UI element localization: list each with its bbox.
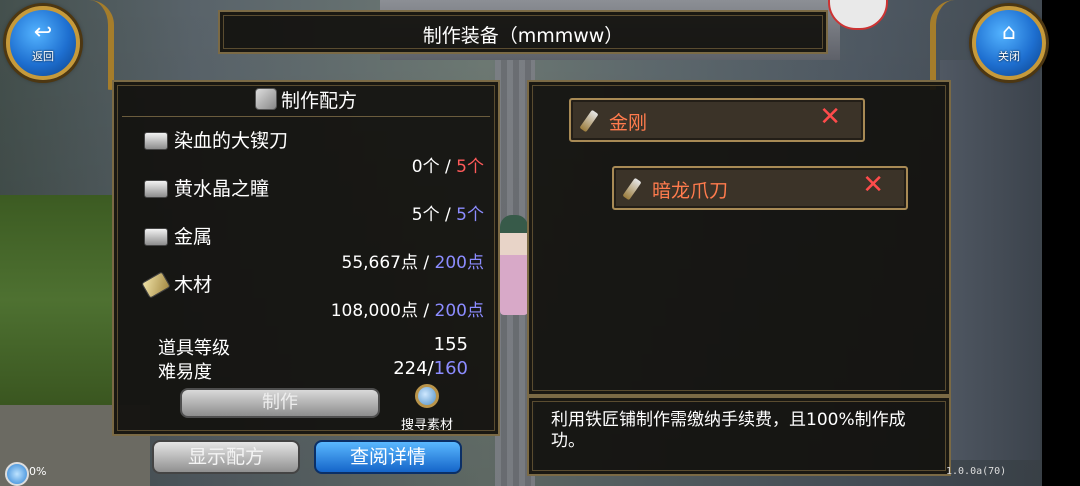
- material-need: 5个: [456, 157, 484, 177]
- view-detail-button[interactable]: 查阅详情: [314, 440, 462, 474]
- remove-icon[interactable]: ✕: [862, 170, 884, 200]
- remove-icon[interactable]: ✕: [819, 102, 841, 132]
- metal-ingot-icon: [144, 180, 168, 198]
- version-text: 1.0.0a(70): [946, 466, 1007, 477]
- material-name: 染血的大锲刀: [174, 130, 289, 152]
- home-icon: ⌂: [1002, 20, 1016, 45]
- difficulty-required: 160: [433, 358, 468, 379]
- material-count: 0个 / 5个: [412, 152, 484, 177]
- metal-ingot-icon: [144, 228, 168, 246]
- material-have: 5个: [411, 205, 440, 225]
- item-level-label: 道具等级: [158, 338, 230, 359]
- material-need: 200点: [434, 301, 484, 321]
- material-row: 金属 55,667点 / 200点: [144, 226, 484, 273]
- window-title: 制作装备（mmmww）: [422, 25, 624, 47]
- material-separator: /: [418, 253, 435, 273]
- material-need: 5个: [456, 205, 484, 225]
- info-text: 利用铁匠铺制作需缴纳手续费，且100%制作成功。: [551, 410, 906, 451]
- back-button-label: 返回: [32, 50, 54, 63]
- window-title-bar: 制作装备（mmmww）: [218, 10, 828, 54]
- material-row: 染血的大锲刀 0个 / 5个: [144, 130, 484, 177]
- search-materials-button[interactable]: 搜寻素材: [394, 384, 460, 433]
- material-name: 黄水晶之瞳: [174, 178, 270, 200]
- material-name: 金属: [174, 226, 213, 248]
- material-separator: /: [418, 301, 435, 321]
- equipment-name: 金刚: [609, 112, 648, 134]
- equipment-list-panel: 金刚 ✕ 暗龙爪刀 ✕: [527, 80, 951, 396]
- equipment-name: 暗龙爪刀: [652, 180, 729, 202]
- equipment-chip[interactable]: 金刚 ✕: [569, 98, 865, 142]
- background-wall: [940, 60, 1040, 460]
- metal-ingot-icon: [144, 132, 168, 150]
- info-panel: 利用铁匠铺制作需缴纳手续费，且100%制作成功。: [527, 396, 951, 476]
- material-count: 55,667点 / 200点: [342, 248, 484, 273]
- item-level-value: 155: [433, 334, 468, 355]
- make-button[interactable]: 制作: [180, 388, 380, 418]
- material-name: 木材: [174, 274, 213, 296]
- close-button-label: 关闭: [998, 50, 1020, 63]
- close-button[interactable]: ⌂ 关闭: [972, 6, 1046, 80]
- back-button[interactable]: ↩ 返回: [6, 6, 80, 80]
- recipe-header-text: 制作配方: [280, 90, 357, 112]
- material-row: 木材 108,000点 / 200点: [141, 271, 484, 321]
- recipe-panel: 制作配方 染血的大锲刀 0个 / 5个 黄水晶之瞳 5个 / 5个 金属 55,…: [112, 80, 500, 436]
- recipe-divider: [122, 116, 490, 117]
- equipment-chip[interactable]: 暗龙爪刀 ✕: [612, 166, 908, 210]
- wood-icon: [141, 271, 171, 299]
- back-arrow-icon: ↩: [33, 20, 53, 45]
- difficulty-row: 难易度 224/160: [158, 358, 468, 384]
- material-row: 黄水晶之瞳 5个 / 5个: [144, 178, 484, 225]
- recipe-header: 制作配方: [114, 86, 498, 113]
- status-percent: 0%: [29, 465, 47, 478]
- material-have: 108,000点: [330, 301, 418, 321]
- difficulty-value: 224/160: [393, 358, 468, 379]
- item-level-row: 道具等级 155: [158, 334, 468, 360]
- screen-edge-bar: [1042, 0, 1080, 486]
- difficulty-label: 难易度: [158, 362, 212, 383]
- material-have: 55,667点: [341, 253, 418, 273]
- material-separator: /: [439, 157, 457, 177]
- sword-icon: [622, 177, 642, 201]
- player-character: [500, 215, 528, 315]
- material-count: 108,000点 / 200点: [331, 296, 484, 321]
- search-materials-label: 搜寻素材: [400, 418, 453, 433]
- material-have: 0个: [411, 157, 440, 177]
- sword-icon: [579, 109, 599, 133]
- recipe-scroll-icon: [254, 88, 277, 110]
- material-separator: /: [439, 205, 457, 225]
- material-need: 200点: [434, 253, 484, 273]
- material-count: 5个 / 5个: [412, 200, 484, 225]
- show-recipe-button[interactable]: 显示配方: [152, 440, 300, 474]
- network-status-icon: [5, 462, 29, 486]
- magnifier-icon: [415, 384, 439, 408]
- background-grass: [0, 195, 112, 405]
- difficulty-current: 224/: [393, 358, 434, 379]
